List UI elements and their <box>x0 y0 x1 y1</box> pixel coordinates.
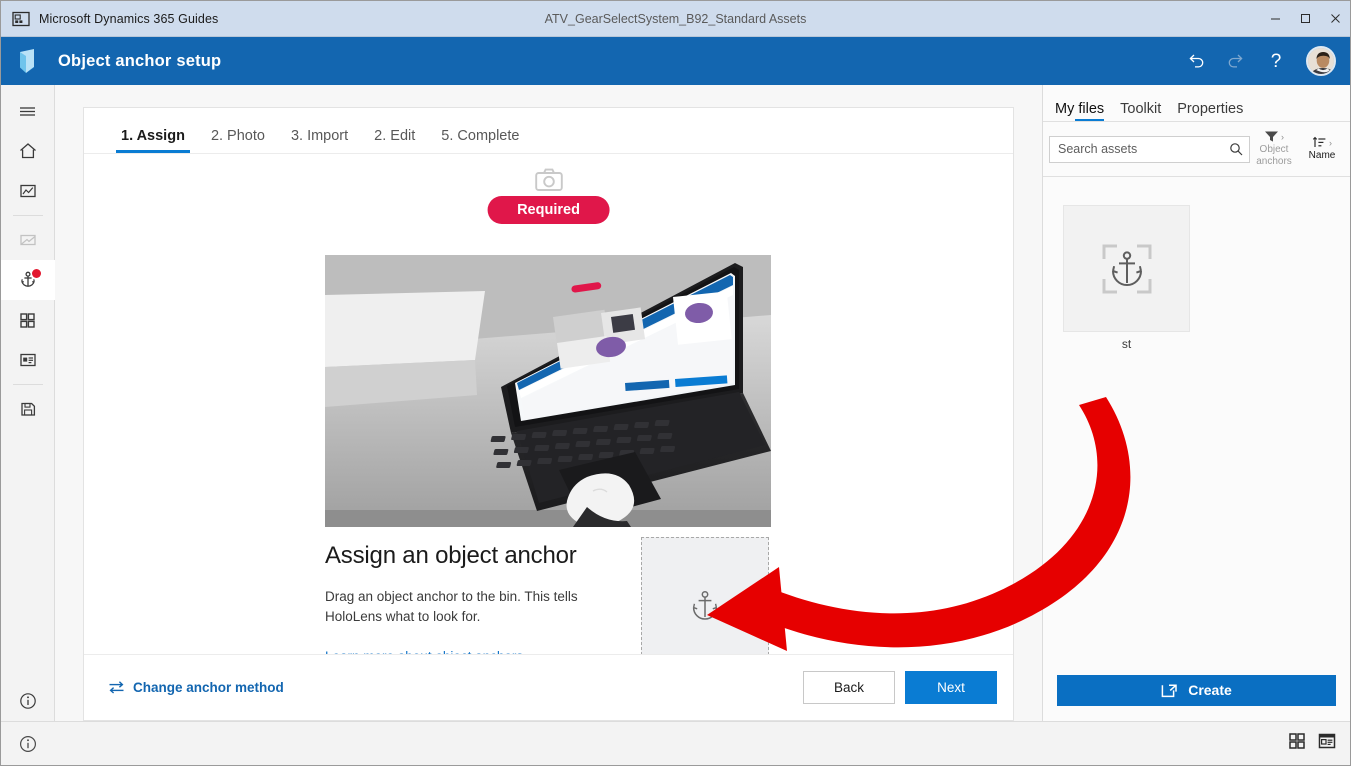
status-info-icon[interactable] <box>15 734 41 754</box>
filter-icon <box>1264 130 1279 143</box>
camera-icon <box>535 168 563 197</box>
sort-label: Name <box>1309 150 1336 162</box>
back-button[interactable]: Back <box>803 671 895 704</box>
sidebar-item-object-anchor[interactable] <box>1 260 55 300</box>
sort-chevron: › <box>1329 138 1332 148</box>
tab-toolkit[interactable]: Toolkit <box>1112 101 1169 121</box>
swap-arrows-icon <box>108 680 125 695</box>
app-name: Microsoft Dynamics 365 Guides <box>39 12 218 26</box>
wizard-nav-buttons: Back Next <box>803 671 997 704</box>
required-badge: Required <box>487 196 610 224</box>
tab-import[interactable]: 3. Import <box>278 128 361 153</box>
wizard-body: Required <box>84 154 1013 654</box>
sidebar-item-home[interactable] <box>1 131 55 171</box>
redo-icon[interactable] <box>1216 41 1256 81</box>
open-external-icon <box>1161 682 1178 698</box>
assets-panel: My files Toolkit Properties <box>1042 85 1350 721</box>
maximize-button[interactable] <box>1290 1 1320 36</box>
instruction-block: Assign an object anchor Drag an object a… <box>325 542 625 654</box>
filter-control[interactable]: › Object anchors <box>1250 130 1298 168</box>
title-bar: Microsoft Dynamics 365 Guides ATV_GearSe… <box>1 1 1350 37</box>
app-body: 1. Assign 2. Photo 3. Import 2. Edit 5. … <box>1 85 1350 721</box>
help-glyph: ? <box>1271 52 1282 71</box>
panel-tabs: My files Toolkit Properties <box>1043 91 1350 121</box>
wizard-card: 1. Assign 2. Photo 3. Import 2. Edit 5. … <box>83 107 1014 721</box>
dynamics-logo-icon <box>12 45 44 77</box>
view-mode-controls <box>1288 732 1336 755</box>
status-bar <box>1 721 1350 765</box>
page-title: Object anchor setup <box>58 52 221 71</box>
instruction-heading: Assign an object anchor <box>325 542 625 570</box>
asset-label: st <box>1063 337 1190 351</box>
instruction-photo <box>325 255 771 527</box>
app-icon <box>12 10 30 28</box>
panel-footer: Create <box>1043 659 1350 721</box>
sort-row: › <box>1312 136 1332 149</box>
app-window: Microsoft Dynamics 365 Guides ATV_GearSe… <box>0 0 1351 766</box>
asset-item[interactable]: st <box>1063 205 1190 351</box>
main-stage: 1. Assign 2. Photo 3. Import 2. Edit 5. … <box>55 85 1042 721</box>
anchor-target-icon <box>1091 233 1163 305</box>
assets-list: st <box>1043 177 1350 659</box>
sidebar-divider-2 <box>13 384 43 385</box>
sidebar-item-save[interactable] <box>1 389 55 429</box>
avatar[interactable] <box>1306 46 1336 76</box>
tab-photo[interactable]: 2. Photo <box>198 128 278 153</box>
sort-control[interactable]: › Name <box>1298 136 1346 162</box>
window-controls <box>1260 1 1350 36</box>
sidebar-item-menu[interactable] <box>1 91 55 131</box>
create-button[interactable]: Create <box>1057 675 1336 706</box>
sidebar-divider-1 <box>13 215 43 216</box>
filter-row: › <box>1264 130 1284 143</box>
tab-my-files[interactable]: My files <box>1047 101 1112 121</box>
search-assets-field[interactable] <box>1049 136 1250 163</box>
filter-label: Object anchors <box>1250 144 1298 168</box>
sidebar-notification-badge <box>32 269 41 278</box>
learn-more-link[interactable]: Learn more about object anchors <box>325 649 523 654</box>
sidebar-item-outline[interactable] <box>1 171 55 211</box>
change-anchor-method-button[interactable]: Change anchor method <box>108 680 284 695</box>
tab-complete[interactable]: 5. Complete <box>428 128 532 153</box>
grid-view-icon[interactable] <box>1288 732 1306 755</box>
left-sidebar <box>1 85 55 721</box>
asset-thumbnail[interactable] <box>1063 205 1190 332</box>
wizard-tabs: 1. Assign 2. Photo 3. Import 2. Edit 5. … <box>84 108 1013 154</box>
tab-properties[interactable]: Properties <box>1169 101 1251 121</box>
header-actions: ? <box>1176 41 1350 81</box>
sidebar-item-layout[interactable] <box>1 340 55 380</box>
anchor-icon <box>689 589 721 623</box>
sidebar-item-assets-grid[interactable] <box>1 300 55 340</box>
app-header: Object anchor setup ? <box>1 37 1350 85</box>
change-anchor-method-label: Change anchor method <box>133 680 284 695</box>
sidebar-item-step-card[interactable] <box>1 220 55 260</box>
create-button-label: Create <box>1188 682 1232 698</box>
undo-icon[interactable] <box>1176 41 1216 81</box>
panel-toolbar: › Object anchors › <box>1043 122 1350 176</box>
next-button[interactable]: Next <box>905 671 997 704</box>
wizard-footer: Change anchor method Back Next <box>84 654 1013 720</box>
minimize-button[interactable] <box>1260 1 1290 36</box>
sidebar-item-info[interactable] <box>1 681 55 721</box>
search-icon <box>1229 142 1243 156</box>
detail-view-icon[interactable] <box>1318 732 1336 755</box>
anchor-dropzone[interactable] <box>641 537 769 654</box>
tab-assign[interactable]: 1. Assign <box>108 128 198 153</box>
instruction-description: Drag an object anchor to the bin. This t… <box>325 587 597 627</box>
tab-edit[interactable]: 2. Edit <box>361 128 428 153</box>
sort-icon <box>1312 136 1327 149</box>
search-input[interactable] <box>1050 137 1249 162</box>
filter-chevron: › <box>1281 132 1284 142</box>
close-button[interactable] <box>1320 1 1350 36</box>
help-icon[interactable]: ? <box>1256 41 1296 81</box>
